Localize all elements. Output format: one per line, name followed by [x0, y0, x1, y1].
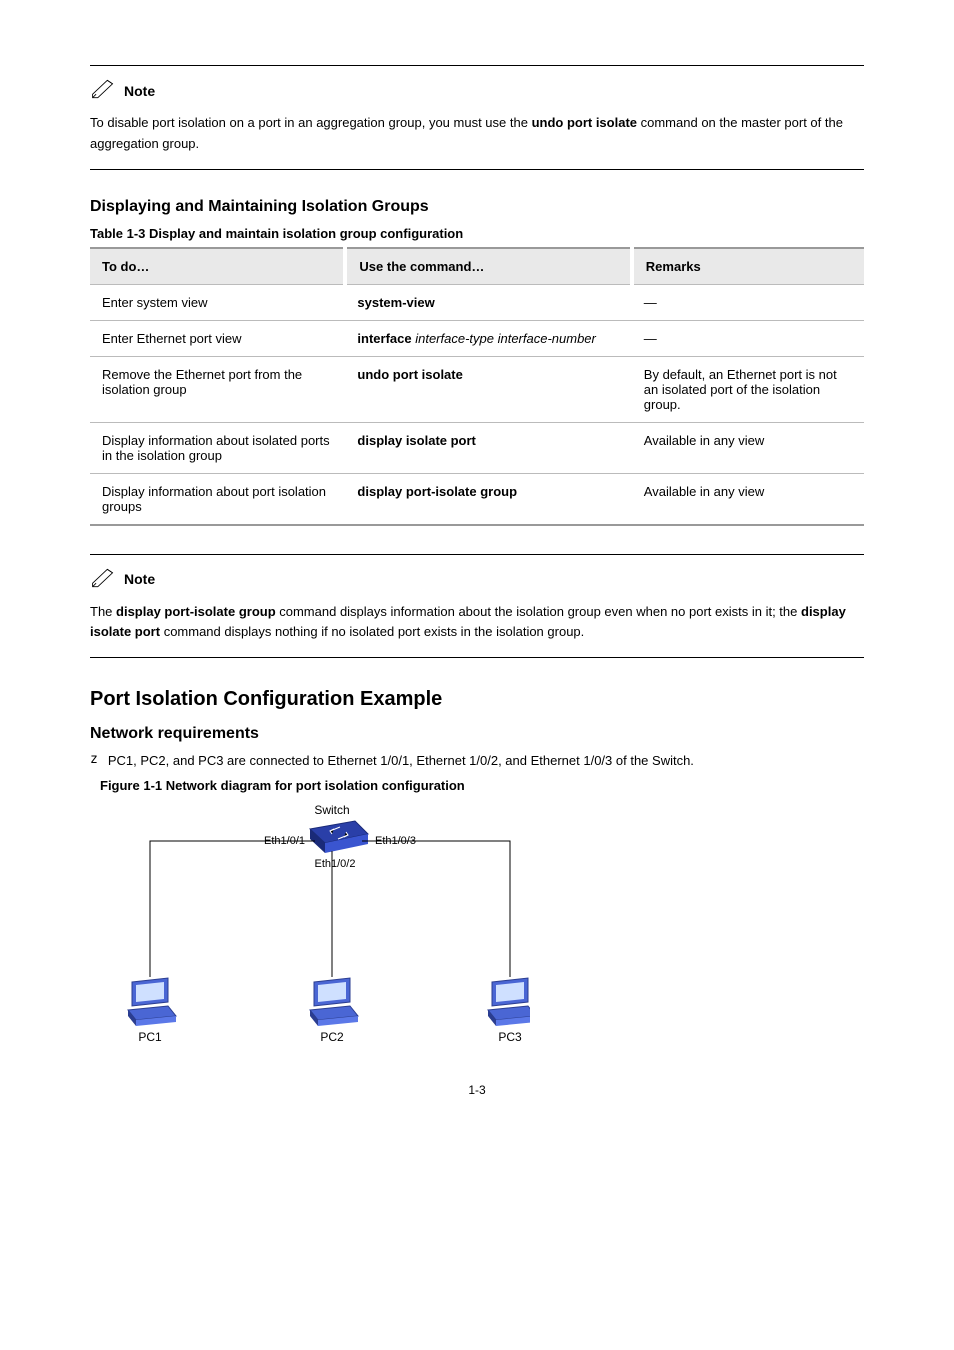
- cell-cmd: display isolate port: [345, 422, 631, 473]
- pc3-label: PC3: [498, 1030, 522, 1044]
- switch-icon: [310, 821, 368, 853]
- page-number: 1-3: [90, 1083, 864, 1097]
- table-row: Display information about port isolation…: [90, 473, 864, 525]
- section-heading-display: Displaying and Maintaining Isolation Gro…: [90, 198, 864, 216]
- pc1-label: PC1: [138, 1030, 162, 1044]
- cell-cmd: interface interface-type interface-numbe…: [345, 320, 631, 356]
- note-label: Note: [124, 83, 155, 99]
- table-caption: Table 1-3 Display and maintain isolation…: [90, 226, 864, 241]
- page-root: Note To disable port isolation on a port…: [0, 0, 954, 1137]
- note-body: To disable port isolation on a port in a…: [90, 113, 864, 155]
- table-row: Enter system view system-view —: [90, 284, 864, 320]
- col-rem: Remarks: [632, 248, 864, 285]
- cell-rem: Available in any view: [632, 473, 864, 525]
- cell-rem: By default, an Ethernet port is not an i…: [632, 356, 864, 422]
- section-heading-example: Port Isolation Configuration Example: [90, 688, 864, 711]
- note-header: Note: [90, 78, 864, 103]
- note-icon: [90, 567, 116, 592]
- cell-cmd: display port-isolate group: [345, 473, 631, 525]
- table-row: Remove the Ethernet port from the isolat…: [90, 356, 864, 422]
- divider: [90, 657, 864, 658]
- cell-cmd: undo port isolate: [345, 356, 631, 422]
- cell-rem: Available in any view: [632, 422, 864, 473]
- note-icon: [90, 78, 116, 103]
- note-header: Note: [90, 567, 864, 592]
- subheading-network-req: Network requirements: [90, 725, 864, 743]
- pc-icon: [310, 978, 358, 1026]
- cell-cmd: system-view: [345, 284, 631, 320]
- bullet-marker: z: [90, 753, 98, 768]
- cell-rem: —: [632, 320, 864, 356]
- cell-todo: Display information about isolated ports…: [90, 422, 345, 473]
- table-header-row: To do… Use the command… Remarks: [90, 248, 864, 285]
- command-table: To do… Use the command… Remarks Enter sy…: [90, 247, 864, 526]
- network-diagram: Switch Eth1/0/1 Eth1/0/3 Eth1/0/2: [100, 799, 530, 1049]
- col-todo: To do…: [90, 248, 345, 285]
- cell-todo: Enter Ethernet port view: [90, 320, 345, 356]
- divider: [90, 554, 864, 555]
- switch-label: Switch: [314, 803, 349, 817]
- cell-todo: Enter system view: [90, 284, 345, 320]
- divider: [90, 169, 864, 170]
- table-row: Display information about isolated ports…: [90, 422, 864, 473]
- figure-caption: Figure 1-1 Network diagram for port isol…: [100, 778, 864, 793]
- cell-todo: Remove the Ethernet port from the isolat…: [90, 356, 345, 422]
- note-label: Note: [124, 571, 155, 587]
- table-row: Enter Ethernet port view interface inter…: [90, 320, 864, 356]
- divider: [90, 65, 864, 66]
- col-cmd: Use the command…: [345, 248, 631, 285]
- eth2-label: Eth1/0/2: [315, 858, 356, 870]
- bullet-item: z PC1, PC2, and PC3 are connected to Eth…: [90, 753, 864, 768]
- cell-rem: —: [632, 284, 864, 320]
- pc-icon: [488, 978, 530, 1026]
- bullet-text: PC1, PC2, and PC3 are connected to Ether…: [108, 753, 694, 768]
- cell-todo: Display information about port isolation…: [90, 473, 345, 525]
- note-body: The display port-isolate group command d…: [90, 602, 864, 644]
- pc-icon: [128, 978, 176, 1026]
- pc2-label: PC2: [320, 1030, 344, 1044]
